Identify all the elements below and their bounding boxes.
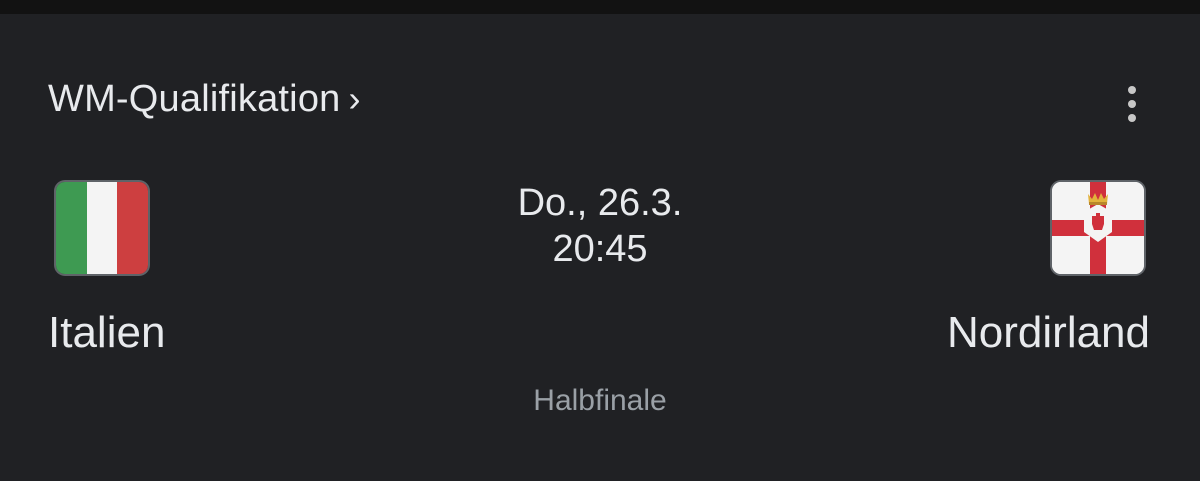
competition-label: WM-Qualifikation [48, 78, 341, 120]
more-vert-icon-dot [1128, 114, 1136, 122]
home-team-name[interactable]: Italien [48, 308, 165, 358]
flag-stripe-white [86, 182, 118, 274]
ulster-banner-graphic [1052, 182, 1144, 274]
competition-link[interactable]: WM-Qualifikation › [48, 78, 361, 121]
status-bar-edge [0, 0, 1200, 14]
match-date: Do., 26.3. [517, 182, 683, 224]
more-vert-icon-dot [1128, 100, 1136, 108]
more-vert-icon-dot [1128, 86, 1136, 94]
chevron-right-icon: › [348, 77, 361, 119]
flag-stripe-green [56, 182, 87, 274]
match-time: 20:45 [552, 228, 648, 270]
italy-flag-icon[interactable] [56, 182, 148, 274]
match-stage: Halbfinale [533, 384, 667, 417]
more-options-button[interactable] [1112, 80, 1152, 128]
northern-ireland-flag-icon[interactable] [1052, 182, 1144, 274]
match-datetime: Do., 26.3. 20:45 [450, 180, 750, 272]
flag-stripe-red [117, 182, 148, 274]
away-team-name[interactable]: Nordirland [947, 308, 1150, 358]
